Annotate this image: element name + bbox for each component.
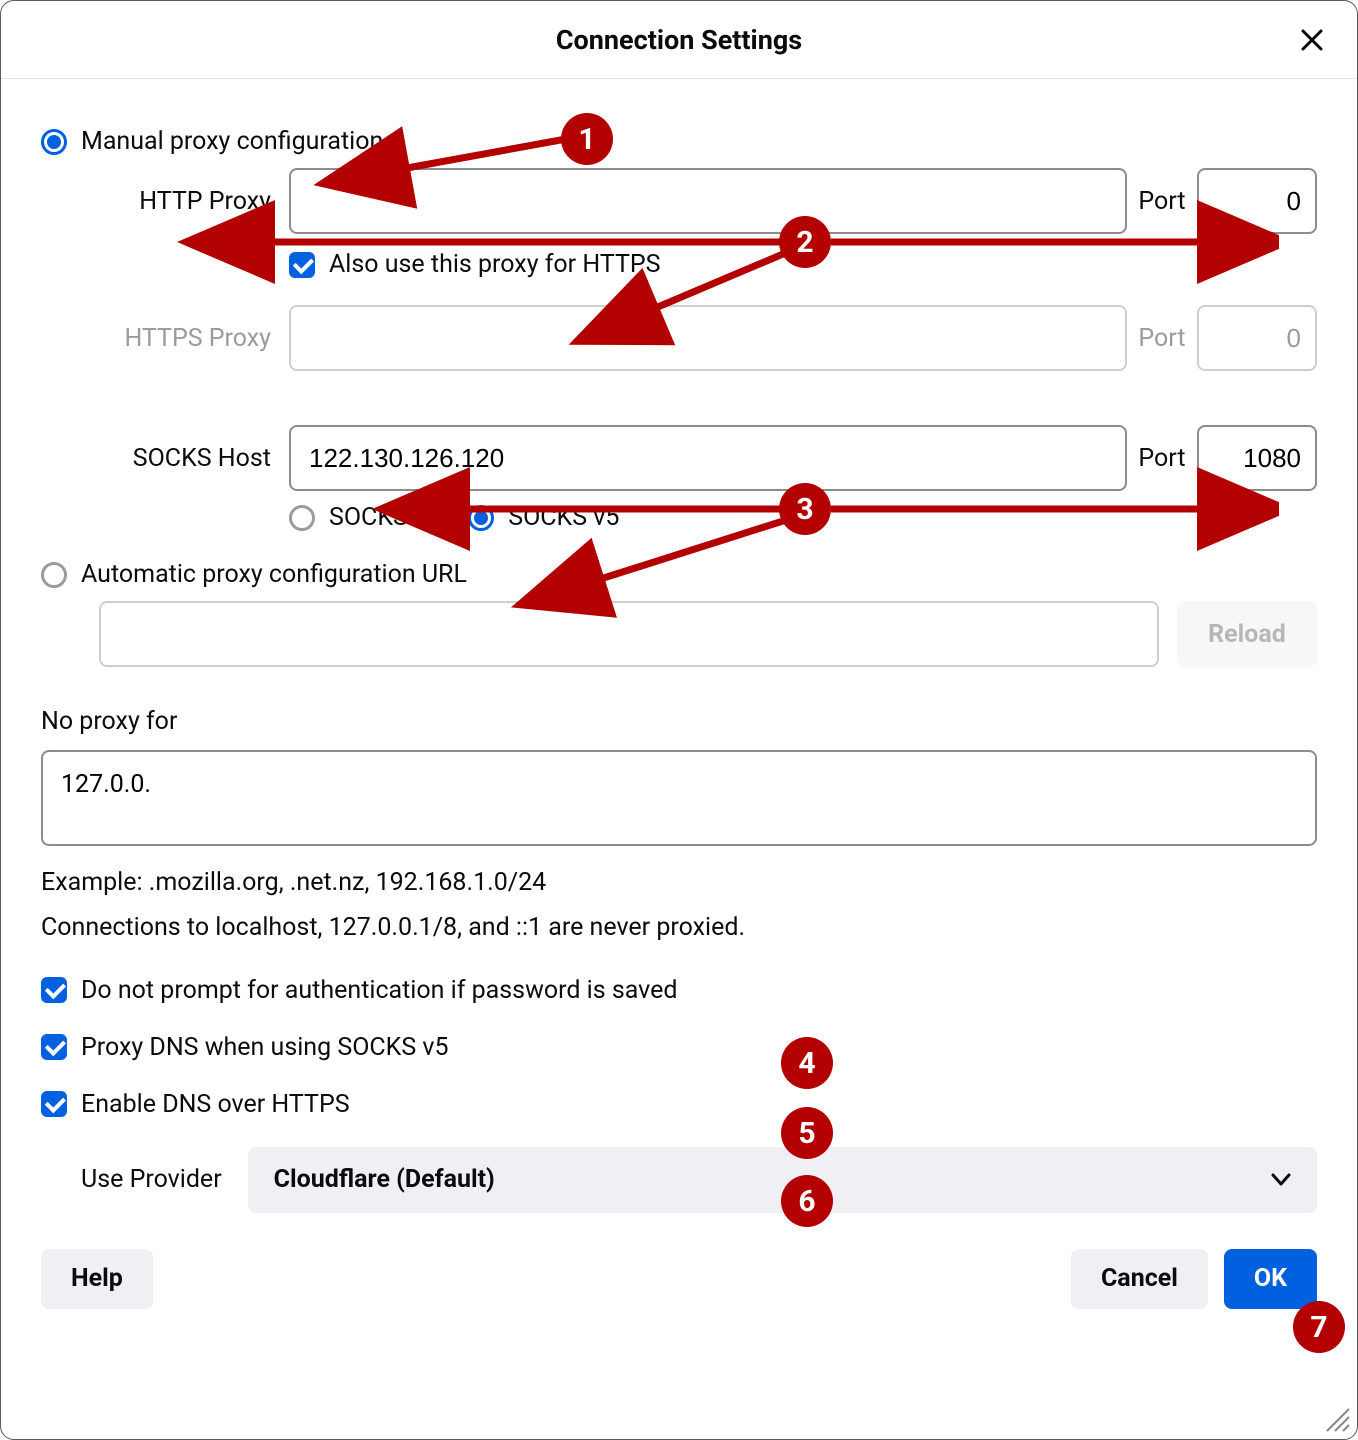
dialog-content: Manual proxy configuration HTTP Proxy Po…	[1, 79, 1357, 1213]
https-port-input	[1197, 305, 1317, 371]
annotation-badge-6: 6	[781, 1175, 833, 1227]
no-proxy-example: Example: .mozilla.org, .net.nz, 192.168.…	[41, 864, 1317, 903]
no-prompt-label: Do not prompt for authentication if pass…	[81, 976, 677, 1005]
annotation-badge-2: 2	[779, 216, 831, 268]
manual-proxy-radio[interactable]	[41, 129, 67, 155]
proxy-dns-checkbox[interactable]	[41, 1034, 67, 1060]
https-proxy-label: HTTPS Proxy	[99, 324, 289, 353]
auto-proxy-radio[interactable]	[41, 562, 67, 588]
socks-v5-option[interactable]: SOCKS v5	[468, 503, 619, 532]
annotation-badge-7: 7	[1293, 1301, 1345, 1353]
auto-proxy-label: Automatic proxy configuration URL	[81, 560, 467, 589]
socks-host-label: SOCKS Host	[99, 444, 289, 473]
https-port-label: Port	[1127, 324, 1197, 353]
no-proxy-label: No proxy for	[41, 707, 1317, 736]
reload-button: Reload	[1177, 601, 1317, 667]
auto-proxy-url-input	[99, 601, 1159, 667]
connection-settings-dialog: Connection Settings Manual proxy configu…	[0, 0, 1358, 1440]
no-prompt-row[interactable]: Do not prompt for authentication if pass…	[41, 976, 1317, 1005]
doh-checkbox[interactable]	[41, 1091, 67, 1117]
doh-label: Enable DNS over HTTPS	[81, 1090, 350, 1119]
auto-proxy-option[interactable]: Automatic proxy configuration URL	[41, 560, 1317, 589]
annotation-badge-3: 3	[779, 483, 831, 535]
http-proxy-label: HTTP Proxy	[99, 187, 289, 216]
socks-v4-radio[interactable]	[289, 505, 315, 531]
auto-proxy-url-row: Reload	[99, 601, 1317, 667]
provider-selected: Cloudflare (Default)	[274, 1165, 495, 1194]
https-proxy-row: HTTPS Proxy Port	[99, 305, 1317, 371]
https-proxy-input	[289, 305, 1127, 371]
socks-port-label: Port	[1127, 444, 1197, 473]
http-proxy-row: HTTP Proxy Port	[99, 168, 1317, 234]
manual-proxy-label: Manual proxy configuration	[81, 127, 383, 156]
socks-v5-label: SOCKS v5	[508, 503, 619, 532]
socks-v5-radio[interactable]	[468, 505, 494, 531]
no-proxy-note: Connections to localhost, 127.0.0.1/8, a…	[41, 909, 1317, 948]
annotation-badge-5: 5	[781, 1107, 833, 1159]
close-button[interactable]	[1292, 20, 1332, 60]
socks-v4-label: SOCKS v4	[329, 503, 440, 532]
annotation-badge-1: 1	[561, 113, 613, 165]
ok-button[interactable]: OK	[1224, 1249, 1317, 1309]
also-https-checkbox[interactable]	[289, 252, 315, 278]
http-proxy-input[interactable]	[289, 168, 1127, 234]
resize-grip-icon	[1321, 1403, 1351, 1433]
help-button[interactable]: Help	[41, 1249, 153, 1309]
doh-row[interactable]: Enable DNS over HTTPS	[41, 1090, 1317, 1119]
dialog-title: Connection Settings	[556, 24, 802, 56]
socks-port-input[interactable]	[1197, 425, 1317, 491]
proxy-dns-label: Proxy DNS when using SOCKS v5	[81, 1033, 449, 1062]
chevron-down-icon	[1271, 1165, 1291, 1194]
http-port-input[interactable]	[1197, 168, 1317, 234]
socks-v4-option[interactable]: SOCKS v4	[289, 503, 440, 532]
dialog-footer: Help Cancel OK	[1, 1213, 1357, 1345]
http-port-label: Port	[1127, 187, 1197, 216]
no-proxy-textarea[interactable]	[41, 750, 1317, 846]
socks-host-row: SOCKS Host Port	[99, 425, 1317, 491]
close-icon	[1300, 28, 1324, 52]
no-prompt-checkbox[interactable]	[41, 977, 67, 1003]
ok-button-label: OK	[1254, 1264, 1287, 1293]
provider-row: Use Provider Cloudflare (Default)	[81, 1147, 1317, 1213]
proxy-dns-row[interactable]: Proxy DNS when using SOCKS v5	[41, 1033, 1317, 1062]
manual-proxy-option[interactable]: Manual proxy configuration	[41, 127, 1317, 156]
dialog-header: Connection Settings	[1, 1, 1357, 79]
provider-label: Use Provider	[81, 1165, 222, 1194]
annotation-badge-4: 4	[781, 1037, 833, 1089]
cancel-button[interactable]: Cancel	[1071, 1249, 1208, 1309]
also-https-label: Also use this proxy for HTTPS	[329, 250, 660, 279]
socks-host-input[interactable]	[289, 425, 1127, 491]
